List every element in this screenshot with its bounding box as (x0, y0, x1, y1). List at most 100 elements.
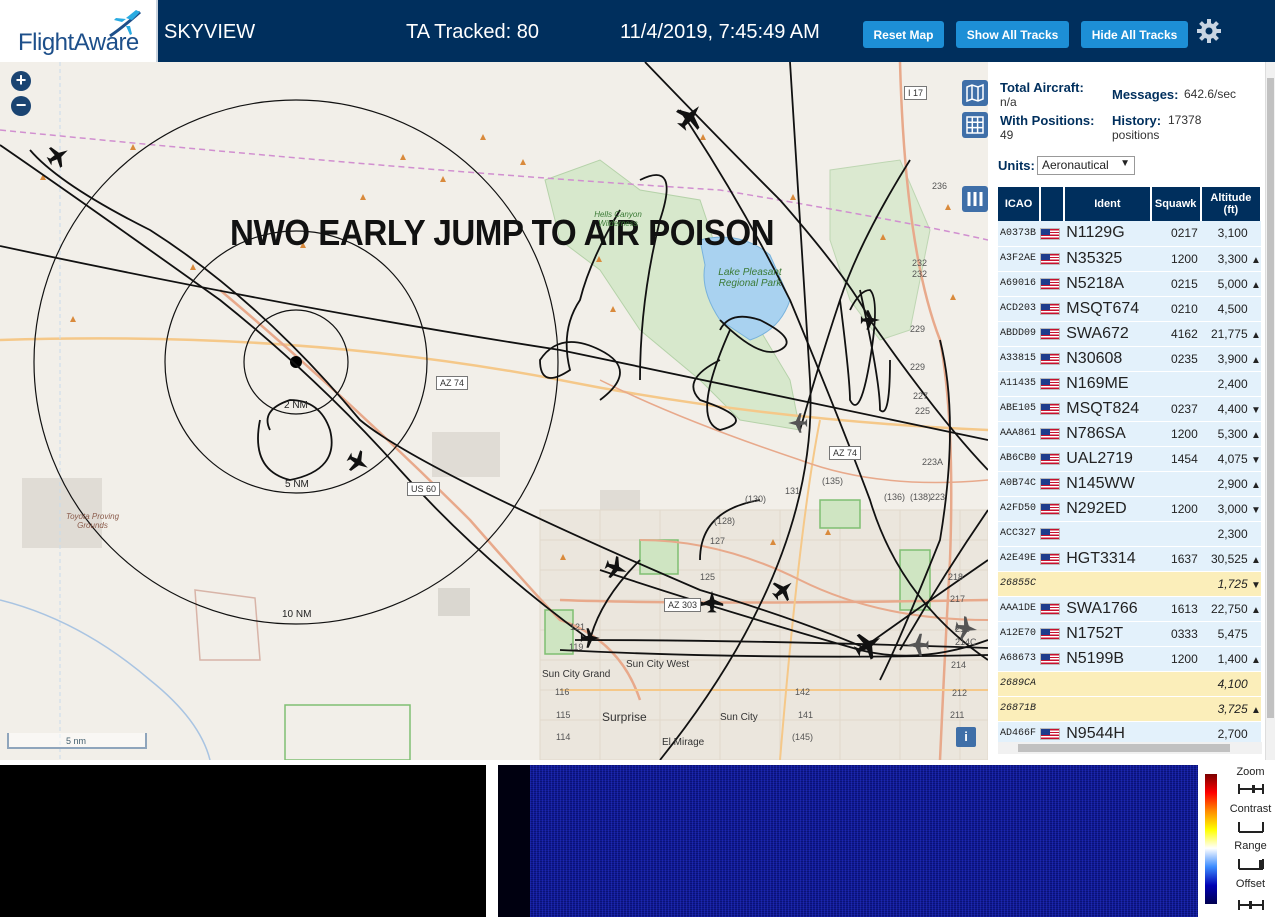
altitude-cell: 3,300 ▲ (1200, 246, 1261, 272)
grid-toggle-button[interactable] (962, 112, 988, 138)
route-number: 215 (955, 624, 971, 634)
altitude-cell: 4,100 (1200, 671, 1261, 697)
route-number: 211 (950, 710, 965, 720)
table-row[interactable]: A12E70 N1752T 0333 5,475 (998, 621, 1261, 647)
altitude-value: 2,300 (1217, 526, 1248, 541)
squawk-cell: 0215 (1150, 271, 1201, 297)
flag-cell (1040, 471, 1065, 497)
units-select[interactable]: Aeronautical ▼ (1037, 156, 1135, 175)
zoom-out-button[interactable]: − (11, 96, 31, 116)
altitude-value: 3,725 (1217, 701, 1248, 716)
table-row[interactable]: A11435 N169ME 2,400 (998, 371, 1261, 397)
gear-icon[interactable] (1196, 18, 1222, 44)
ident-cell: N145WW (1064, 471, 1151, 497)
col-header-ident[interactable]: Ident (1064, 187, 1152, 221)
table-row[interactable]: AAA861 N786SA 1200 5,300 ▲ (998, 421, 1261, 447)
table-row[interactable]: A33815 N30608 0235 3,900 ▲ (998, 346, 1261, 372)
current-datetime: 11/4/2019, 7:45:49 AM (620, 21, 820, 43)
contrast-slider-icon[interactable] (1238, 820, 1264, 834)
offset-slider-icon[interactable] (1238, 898, 1264, 912)
flag-cell (1040, 696, 1065, 722)
us-flag-icon (1040, 253, 1061, 266)
table-row[interactable]: AB6CB0 UAL2719 1454 4,075 ▼ (998, 446, 1261, 472)
range-label: Range (1234, 840, 1267, 852)
table-row[interactable]: A3F2AE N35325 1200 3,300 ▲ (998, 246, 1261, 272)
route-number: 212 (952, 688, 968, 698)
altitude-cell: 5,475 (1200, 621, 1261, 647)
squawk-cell: 1613 (1150, 596, 1201, 622)
altitude-trend-icon: ▼ (1251, 454, 1261, 466)
us-flag-icon (1040, 453, 1061, 466)
columns-icon (967, 192, 983, 206)
range-slider-icon[interactable] (1238, 857, 1264, 871)
altitude-trend-icon: ▼ (1251, 579, 1261, 591)
reset-map-button[interactable]: Reset Map (863, 21, 944, 48)
altitude-trend-icon: ▲ (1251, 279, 1261, 291)
table-row[interactable]: ABDD09 SWA672 4162 21,775 ▲ (998, 321, 1261, 347)
flightaware-logo[interactable]: FlightAware (0, 0, 158, 62)
icao-cell: 26871B (998, 696, 1041, 722)
us-flag-icon (1040, 728, 1061, 741)
ident-cell: MSQT674 (1064, 296, 1151, 322)
hells-canyon-label: Hells Canyon Wilderness (594, 210, 642, 228)
app-name: SKYVIEW (164, 21, 256, 43)
table-row[interactable]: AAA1DE SWA1766 1613 22,750 ▲ (998, 596, 1261, 622)
table-row[interactable]: A69016 N5218A 0215 5,000 ▲ (998, 271, 1261, 297)
column-toggle-button[interactable] (962, 186, 988, 212)
map-canvas[interactable] (0, 62, 988, 760)
squawk-cell: 1637 (1150, 546, 1201, 572)
table-row[interactable]: 2689CA 4,100 (998, 671, 1261, 697)
table-row[interactable]: ABE105 MSQT824 0237 4,400 ▼ (998, 396, 1261, 422)
table-row[interactable]: ACD203 MSQT674 0210 4,500 (998, 296, 1261, 322)
col-header-squawk[interactable]: Squawk (1150, 187, 1202, 221)
panel-scroll-thumb[interactable] (1267, 78, 1274, 718)
table-row[interactable]: A2E49E HGT3314 1637 30,525 ▲ (998, 546, 1261, 572)
table-row[interactable]: 26871B 3,725 ▲ (998, 696, 1261, 722)
surprise-label: Surprise (602, 710, 647, 724)
squawk-cell (1150, 371, 1201, 397)
map-view[interactable]: + − NWO EARLY JUMP TO AIR POISON 2 NM 5 … (0, 62, 988, 760)
road-shield: US 60 (407, 482, 441, 496)
ident-cell: N5199B (1064, 646, 1151, 672)
us-flag-icon (1040, 378, 1061, 391)
flag-cell (1040, 396, 1065, 422)
table-row[interactable]: ACC327 2,300 (998, 521, 1261, 547)
col-header-flag[interactable] (1040, 187, 1066, 221)
spectrum-plot (0, 765, 486, 917)
us-flag-icon (1040, 553, 1061, 566)
road-shield: I 17 (904, 86, 928, 100)
ident-cell: N35325 (1064, 246, 1151, 272)
route-number: (135) (822, 476, 844, 486)
table-row[interactable]: A2FD50 N292ED 1200 3,000 ▼ (998, 496, 1261, 522)
flag-cell (1040, 571, 1065, 597)
route-number: 114 (556, 732, 571, 742)
squawk-cell (1150, 471, 1201, 497)
aircraft-panel: Total Aircraft: n/a With Positions: 49 M… (988, 62, 1275, 760)
us-flag-icon (1040, 653, 1061, 666)
table-row[interactable]: 26855C 1,725 ▼ (998, 571, 1261, 597)
map-layers-button[interactable] (962, 80, 988, 106)
squawk-cell: 0333 (1150, 621, 1201, 647)
route-number: 227 (913, 391, 929, 401)
table-h-scroll-thumb[interactable] (1018, 744, 1230, 752)
us-flag-icon (1040, 353, 1061, 366)
table-row[interactable]: A68673 N5199B 1200 1,400 ▲ (998, 646, 1261, 672)
total-aircraft-label: Total Aircraft: (1000, 80, 1084, 95)
icao-cell: 26855C (998, 571, 1041, 597)
col-header-icao[interactable]: ICAO (998, 187, 1042, 221)
zoom-in-button[interactable]: + (11, 71, 31, 91)
zoom-slider-icon[interactable] (1238, 782, 1264, 796)
route-number: 131 (785, 486, 801, 496)
squawk-cell: 1200 (1150, 421, 1201, 447)
hide-all-tracks-button[interactable]: Hide All Tracks (1081, 21, 1188, 48)
table-row[interactable]: A0373B N1129G 0217 3,100 (998, 221, 1261, 247)
altitude-value: 3,000 (1217, 501, 1248, 516)
col-header-altitude[interactable]: Altitude (ft) (1200, 187, 1262, 221)
show-all-tracks-button[interactable]: Show All Tracks (956, 21, 1069, 48)
squawk-cell: 1454 (1150, 446, 1201, 472)
info-button[interactable]: i (956, 727, 976, 747)
aircraft-table-wrap[interactable]: ICAO Ident Squawk Altitude (ft) A0373B N1… (998, 187, 1262, 745)
flag-cell (1040, 296, 1065, 322)
table-row[interactable]: A0B74C N145WW 2,900 ▲ (998, 471, 1261, 497)
ident-cell: N1752T (1064, 621, 1151, 647)
